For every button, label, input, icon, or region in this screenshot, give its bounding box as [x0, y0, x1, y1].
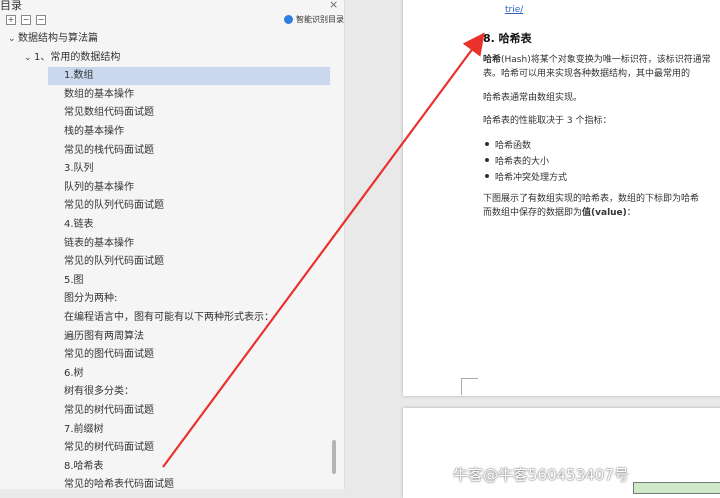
annotation-arrow-icon — [162, 32, 485, 468]
